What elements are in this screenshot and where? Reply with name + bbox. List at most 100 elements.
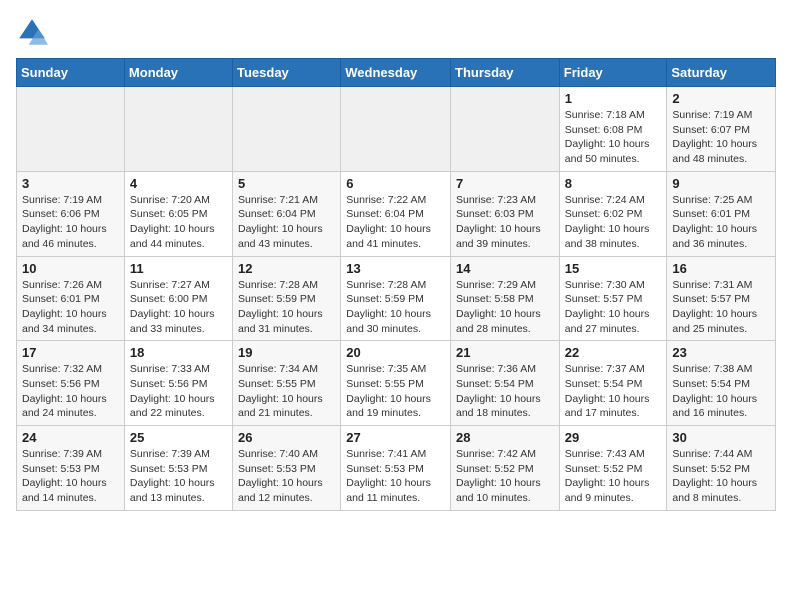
day-number: 8 xyxy=(565,176,662,191)
day-info: Sunrise: 7:29 AM Sunset: 5:58 PM Dayligh… xyxy=(456,278,554,337)
day-number: 10 xyxy=(22,261,119,276)
day-info: Sunrise: 7:40 AM Sunset: 5:53 PM Dayligh… xyxy=(238,447,335,506)
day-info: Sunrise: 7:21 AM Sunset: 6:04 PM Dayligh… xyxy=(238,193,335,252)
day-number: 21 xyxy=(456,345,554,360)
day-info: Sunrise: 7:28 AM Sunset: 5:59 PM Dayligh… xyxy=(346,278,445,337)
day-info: Sunrise: 7:28 AM Sunset: 5:59 PM Dayligh… xyxy=(238,278,335,337)
calendar-cell: 26 Sunrise: 7:40 AM Sunset: 5:53 PM Dayli… xyxy=(233,426,341,511)
day-number: 3 xyxy=(22,176,119,191)
calendar-cell: 22 Sunrise: 7:37 AM Sunset: 5:54 PM Dayli… xyxy=(559,341,667,426)
day-info: Sunrise: 7:41 AM Sunset: 5:53 PM Dayligh… xyxy=(346,447,445,506)
calendar-cell xyxy=(17,87,125,172)
day-number: 23 xyxy=(672,345,770,360)
day-info: Sunrise: 7:44 AM Sunset: 5:52 PM Dayligh… xyxy=(672,447,770,506)
day-number: 19 xyxy=(238,345,335,360)
day-number: 6 xyxy=(346,176,445,191)
day-number: 15 xyxy=(565,261,662,276)
day-info: Sunrise: 7:26 AM Sunset: 6:01 PM Dayligh… xyxy=(22,278,119,337)
day-number: 7 xyxy=(456,176,554,191)
calendar-week-row: 17 Sunrise: 7:32 AM Sunset: 5:56 PM Dayli… xyxy=(17,341,776,426)
calendar-cell: 1 Sunrise: 7:18 AM Sunset: 6:08 PM Daylig… xyxy=(559,87,667,172)
day-info: Sunrise: 7:43 AM Sunset: 5:52 PM Dayligh… xyxy=(565,447,662,506)
calendar-week-row: 10 Sunrise: 7:26 AM Sunset: 6:01 PM Dayli… xyxy=(17,256,776,341)
day-info: Sunrise: 7:39 AM Sunset: 5:53 PM Dayligh… xyxy=(22,447,119,506)
calendar-cell: 28Sunrise: 7:42 AM Sunset: 5:52 PM Dayli… xyxy=(451,426,560,511)
weekday-header: Sunday xyxy=(17,59,125,87)
calendar-cell: 11 Sunrise: 7:27 AM Sunset: 6:00 PM Dayli… xyxy=(124,256,232,341)
day-number: 22 xyxy=(565,345,662,360)
weekday-header: Monday xyxy=(124,59,232,87)
day-info: Sunrise: 7:37 AM Sunset: 5:54 PM Dayligh… xyxy=(565,362,662,421)
weekday-header: Friday xyxy=(559,59,667,87)
day-number: 16 xyxy=(672,261,770,276)
calendar-cell xyxy=(451,87,560,172)
day-number: 29 xyxy=(565,430,662,445)
day-info: Sunrise: 7:19 AM Sunset: 6:06 PM Dayligh… xyxy=(22,193,119,252)
calendar-cell xyxy=(124,87,232,172)
weekday-header: Tuesday xyxy=(233,59,341,87)
day-number: 27 xyxy=(346,430,445,445)
calendar-cell: 18 Sunrise: 7:33 AM Sunset: 5:56 PM Dayli… xyxy=(124,341,232,426)
day-info: Sunrise: 7:32 AM Sunset: 5:56 PM Dayligh… xyxy=(22,362,119,421)
calendar-header-row: SundayMondayTuesdayWednesdayThursdayFrid… xyxy=(17,59,776,87)
day-number: 24 xyxy=(22,430,119,445)
calendar-cell: 14 Sunrise: 7:29 AM Sunset: 5:58 PM Dayli… xyxy=(451,256,560,341)
calendar-cell: 4 Sunrise: 7:20 AM Sunset: 6:05 PM Daylig… xyxy=(124,171,232,256)
calendar-week-row: 24 Sunrise: 7:39 AM Sunset: 5:53 PM Dayli… xyxy=(17,426,776,511)
day-number: 20 xyxy=(346,345,445,360)
calendar-cell: 19Sunrise: 7:34 AM Sunset: 5:55 PM Dayli… xyxy=(233,341,341,426)
day-number: 5 xyxy=(238,176,335,191)
calendar-cell: 8 Sunrise: 7:24 AM Sunset: 6:02 PM Daylig… xyxy=(559,171,667,256)
calendar-cell: 15Sunrise: 7:30 AM Sunset: 5:57 PM Dayli… xyxy=(559,256,667,341)
weekday-header: Wednesday xyxy=(341,59,451,87)
calendar-cell: 24 Sunrise: 7:39 AM Sunset: 5:53 PM Dayli… xyxy=(17,426,125,511)
day-info: Sunrise: 7:35 AM Sunset: 5:55 PM Dayligh… xyxy=(346,362,445,421)
day-info: Sunrise: 7:24 AM Sunset: 6:02 PM Dayligh… xyxy=(565,193,662,252)
day-number: 11 xyxy=(130,261,227,276)
day-info: Sunrise: 7:20 AM Sunset: 6:05 PM Dayligh… xyxy=(130,193,227,252)
calendar-cell: 30 Sunrise: 7:44 AM Sunset: 5:52 PM Dayli… xyxy=(667,426,776,511)
calendar-cell: 25Sunrise: 7:39 AM Sunset: 5:53 PM Dayli… xyxy=(124,426,232,511)
day-info: Sunrise: 7:27 AM Sunset: 6:00 PM Dayligh… xyxy=(130,278,227,337)
day-number: 4 xyxy=(130,176,227,191)
day-info: Sunrise: 7:33 AM Sunset: 5:56 PM Dayligh… xyxy=(130,362,227,421)
day-info: Sunrise: 7:36 AM Sunset: 5:54 PM Dayligh… xyxy=(456,362,554,421)
day-info: Sunrise: 7:23 AM Sunset: 6:03 PM Dayligh… xyxy=(456,193,554,252)
day-number: 26 xyxy=(238,430,335,445)
day-number: 17 xyxy=(22,345,119,360)
calendar-cell: 29 Sunrise: 7:43 AM Sunset: 5:52 PM Dayli… xyxy=(559,426,667,511)
calendar-week-row: 3 Sunrise: 7:19 AM Sunset: 6:06 PM Daylig… xyxy=(17,171,776,256)
calendar-cell: 21 Sunrise: 7:36 AM Sunset: 5:54 PM Dayli… xyxy=(451,341,560,426)
day-info: Sunrise: 7:38 AM Sunset: 5:54 PM Dayligh… xyxy=(672,362,770,421)
calendar-cell: 16 Sunrise: 7:31 AM Sunset: 5:57 PM Dayli… xyxy=(667,256,776,341)
weekday-header: Saturday xyxy=(667,59,776,87)
calendar-cell xyxy=(341,87,451,172)
page-header xyxy=(16,16,776,48)
day-number: 14 xyxy=(456,261,554,276)
calendar-cell: 9 Sunrise: 7:25 AM Sunset: 6:01 PM Daylig… xyxy=(667,171,776,256)
calendar-cell: 23 Sunrise: 7:38 AM Sunset: 5:54 PM Dayli… xyxy=(667,341,776,426)
calendar-cell xyxy=(233,87,341,172)
calendar-cell: 12Sunrise: 7:28 AM Sunset: 5:59 PM Dayli… xyxy=(233,256,341,341)
day-number: 30 xyxy=(672,430,770,445)
calendar-cell: 7 Sunrise: 7:23 AM Sunset: 6:03 PM Daylig… xyxy=(451,171,560,256)
day-number: 9 xyxy=(672,176,770,191)
day-info: Sunrise: 7:25 AM Sunset: 6:01 PM Dayligh… xyxy=(672,193,770,252)
day-number: 1 xyxy=(565,91,662,106)
day-info: Sunrise: 7:19 AM Sunset: 6:07 PM Dayligh… xyxy=(672,108,770,167)
calendar-cell: 13 Sunrise: 7:28 AM Sunset: 5:59 PM Dayli… xyxy=(341,256,451,341)
calendar-cell: 20 Sunrise: 7:35 AM Sunset: 5:55 PM Dayli… xyxy=(341,341,451,426)
calendar-week-row: 1 Sunrise: 7:18 AM Sunset: 6:08 PM Daylig… xyxy=(17,87,776,172)
day-number: 18 xyxy=(130,345,227,360)
weekday-header: Thursday xyxy=(451,59,560,87)
calendar-cell: 3 Sunrise: 7:19 AM Sunset: 6:06 PM Daylig… xyxy=(17,171,125,256)
calendar-cell: 17 Sunrise: 7:32 AM Sunset: 5:56 PM Dayli… xyxy=(17,341,125,426)
day-number: 13 xyxy=(346,261,445,276)
calendar-cell: 6 Sunrise: 7:22 AM Sunset: 6:04 PM Daylig… xyxy=(341,171,451,256)
day-number: 28 xyxy=(456,430,554,445)
day-info: Sunrise: 7:31 AM Sunset: 5:57 PM Dayligh… xyxy=(672,278,770,337)
day-info: Sunrise: 7:22 AM Sunset: 6:04 PM Dayligh… xyxy=(346,193,445,252)
day-info: Sunrise: 7:18 AM Sunset: 6:08 PM Dayligh… xyxy=(565,108,662,167)
calendar-cell: 10 Sunrise: 7:26 AM Sunset: 6:01 PM Dayli… xyxy=(17,256,125,341)
calendar-cell: 5 Sunrise: 7:21 AM Sunset: 6:04 PM Daylig… xyxy=(233,171,341,256)
